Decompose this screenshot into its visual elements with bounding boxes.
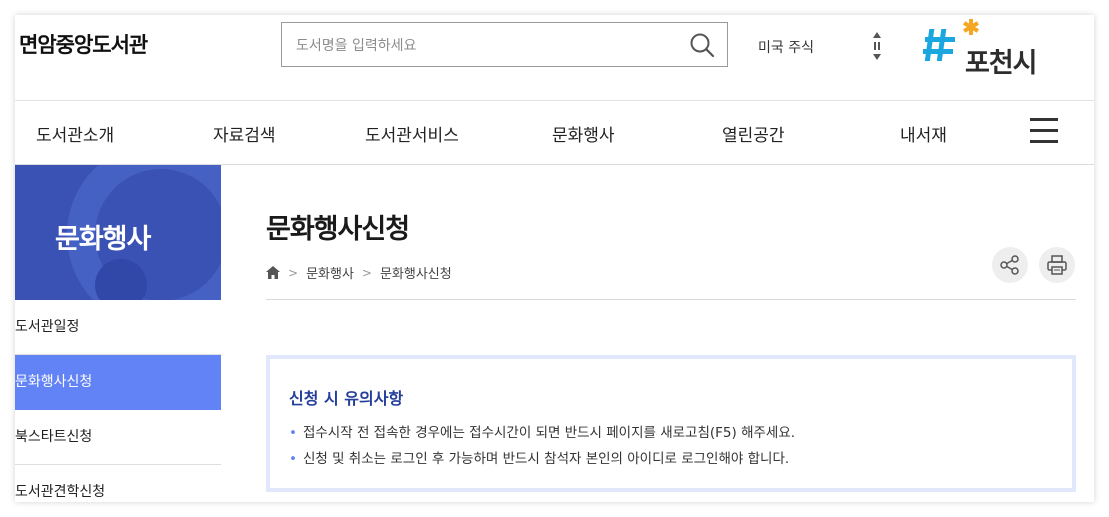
header: 면암중앙도서관 미국 주식 (15, 15, 1094, 101)
page-title: 문화행사신청 (266, 214, 410, 245)
nav-item-cultural-events[interactable]: 문화행사 (552, 121, 615, 146)
sidebar-item-library-tour[interactable]: 도서관견학신청 (15, 465, 221, 502)
hamburger-icon[interactable] (1030, 118, 1058, 144)
site-name[interactable]: 면암중앙도서관 (19, 29, 148, 59)
sidebar-item-library-schedule[interactable]: 도서관일정 (15, 300, 221, 355)
breadcrumb-separator-icon: > (361, 265, 372, 280)
notice-line-text: 접수시작 전 접속한 경우에는 접수시간이 되면 반드시 페이지를 새로고침(F… (302, 425, 796, 441)
bullet-icon: • (289, 425, 297, 441)
breadcrumb: > 문화행사 > 문화행사신청 (266, 263, 452, 282)
title-divider (266, 299, 1076, 300)
notice-line: • 신청 및 취소는 로그인 후 가능하며 반드시 참석자 본인의 아이디로 로그… (289, 447, 789, 467)
notice-line-text: 신청 및 취소는 로그인 후 가능하며 반드시 참석자 본인의 아이디로 로그인… (302, 451, 790, 467)
sidebar-menu: 도서관일정 문화행사신청 북스타트신청 도서관견학신청 (15, 300, 221, 502)
search-input[interactable] (294, 34, 678, 58)
page-frame: 면암중앙도서관 미국 주식 (15, 15, 1094, 502)
sidebar-item-bookstart[interactable]: 북스타트신청 (15, 410, 221, 465)
nav-item-open-space[interactable]: 열린공간 (722, 121, 785, 146)
share-icon (1000, 255, 1019, 275)
notice-box: 신청 시 유의사항 • 접수시작 전 접속한 경우에는 접수시간이 되면 반드시 … (266, 355, 1076, 492)
notice-title: 신청 시 유의사항 (289, 389, 404, 408)
stock-ticker-text[interactable]: 미국 주식 (758, 37, 814, 57)
print-icon (1047, 255, 1067, 275)
home-icon[interactable] (266, 266, 280, 279)
search-icon[interactable] (689, 32, 715, 58)
notice-line: • 접수시작 전 접속한 경우에는 접수시간이 되면 반드시 페이지를 새로고침(… (289, 421, 795, 441)
search-box (281, 22, 728, 67)
updown-arrows-icon[interactable] (871, 30, 883, 62)
breadcrumb-item[interactable]: 문화행사 (306, 263, 354, 282)
sidebar-banner: 문화행사 (15, 165, 221, 300)
main-nav: 도서관소개 자료검색 도서관서비스 문화행사 열린공간 내서재 (15, 101, 1094, 165)
city-name: 포천시 (965, 48, 1038, 79)
nav-item-library-services[interactable]: 도서관서비스 (365, 121, 459, 146)
print-button[interactable] (1039, 247, 1075, 283)
nav-item-my-library[interactable]: 내서재 (900, 121, 947, 146)
nav-item-library-intro[interactable]: 도서관소개 (36, 121, 114, 146)
breadcrumb-item[interactable]: 문화행사신청 (380, 263, 452, 282)
breadcrumb-separator-icon: > (288, 265, 299, 280)
city-logo[interactable]: 포천시 (923, 17, 1053, 79)
sidebar-title: 문화행사 (55, 224, 151, 255)
sidebar-item-event-application[interactable]: 문화행사신청 (15, 355, 221, 410)
share-button[interactable] (992, 247, 1028, 283)
nav-item-search[interactable]: 자료검색 (213, 121, 276, 146)
bullet-icon: • (289, 451, 297, 467)
